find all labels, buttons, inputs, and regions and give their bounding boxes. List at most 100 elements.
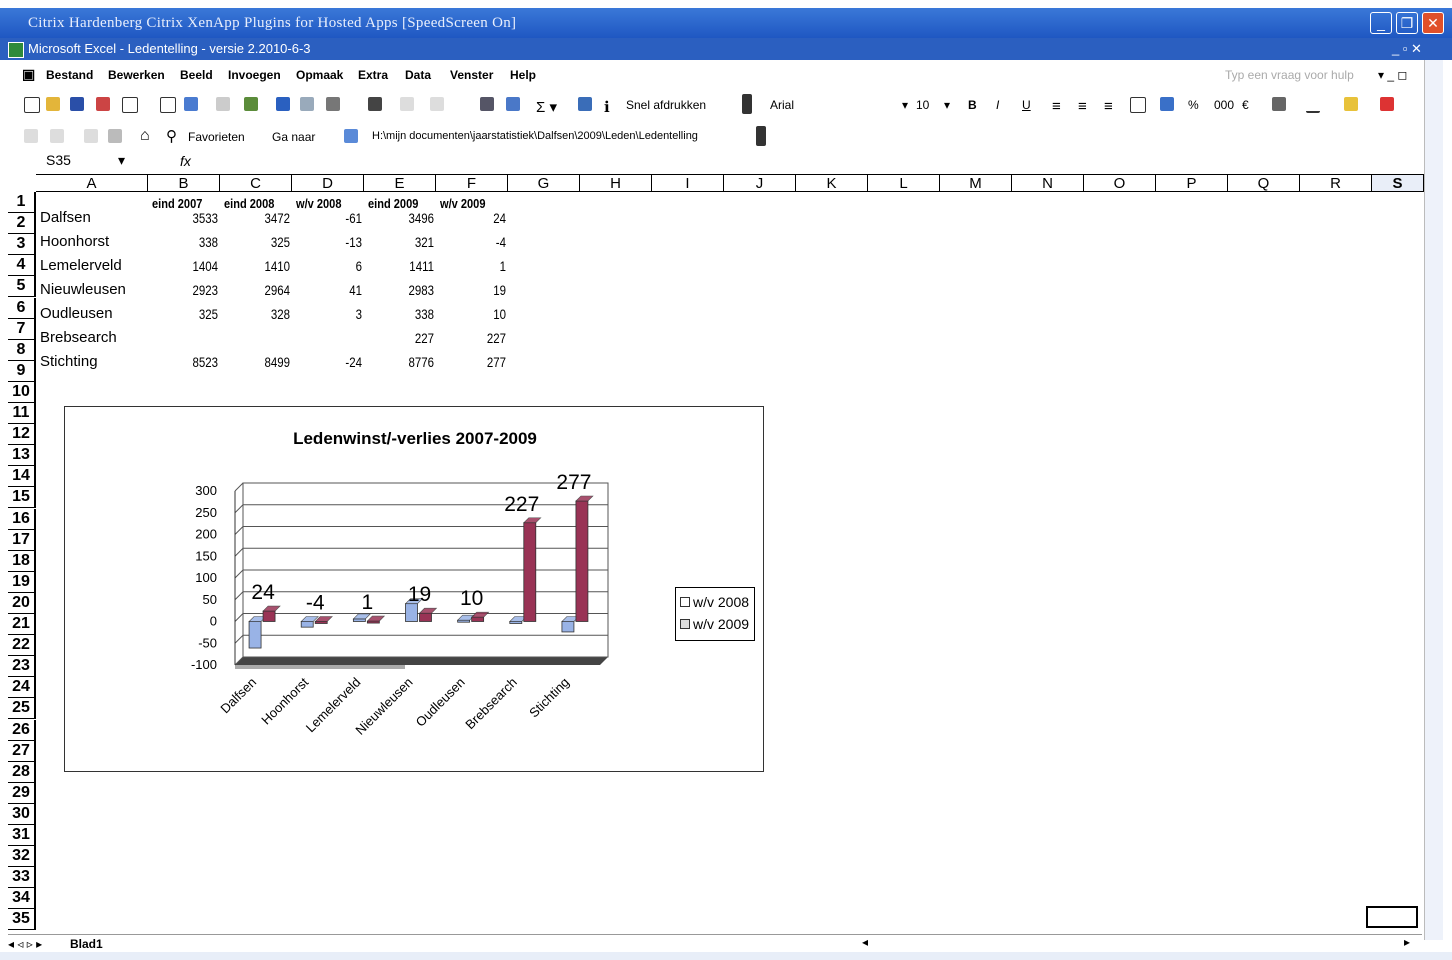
column-header-j[interactable]: J: [724, 174, 796, 192]
chart-icon[interactable]: [506, 97, 520, 111]
redo-icon[interactable]: [430, 97, 444, 111]
menu-data[interactable]: Data: [405, 68, 431, 82]
menu-opmaak[interactable]: Opmaak: [296, 68, 343, 82]
row-header-14[interactable]: 14: [8, 466, 36, 488]
align-center-icon[interactable]: ≡: [1078, 98, 1087, 115]
value-cell[interactable]: 8776: [385, 352, 434, 372]
font-color-icon[interactable]: [1380, 97, 1394, 111]
value-cell[interactable]: 321: [385, 232, 434, 252]
indent-icon[interactable]: [1272, 97, 1286, 111]
column-header-a[interactable]: A: [36, 174, 148, 192]
value-cell[interactable]: 325: [169, 304, 218, 324]
place-name-cell[interactable]: Brebsearch: [40, 328, 117, 348]
value-cell[interactable]: 338: [385, 304, 434, 324]
column-header-i[interactable]: I: [652, 174, 724, 192]
column-header-f[interactable]: F: [436, 174, 508, 192]
value-cell[interactable]: -61: [313, 208, 362, 228]
row-header-25[interactable]: 25: [8, 698, 36, 720]
menu-venster[interactable]: Venster: [450, 68, 493, 82]
value-cell[interactable]: 2983: [385, 280, 434, 300]
row-header-5[interactable]: 5: [8, 276, 36, 298]
place-name-cell[interactable]: Lemelerveld: [40, 256, 122, 276]
value-cell[interactable]: 8499: [241, 352, 290, 372]
column-header-b[interactable]: B: [148, 174, 220, 192]
value-cell[interactable]: 227: [385, 328, 434, 348]
column-header-d[interactable]: D: [292, 174, 364, 192]
row-header-22[interactable]: 22: [8, 635, 36, 657]
row-header-18[interactable]: 18: [8, 550, 36, 572]
row-header-33[interactable]: 33: [8, 867, 36, 889]
column-header-p[interactable]: P: [1156, 174, 1228, 192]
value-cell[interactable]: 19: [457, 280, 506, 300]
forward-icon[interactable]: [50, 129, 64, 143]
permission-icon[interactable]: [96, 97, 110, 111]
horizontal-scroll-right-icon[interactable]: ▸: [1404, 935, 1410, 949]
row-header-21[interactable]: 21: [8, 614, 36, 635]
row-header-7[interactable]: 7: [8, 318, 36, 340]
home-icon[interactable]: ⌂: [140, 127, 150, 145]
refresh-icon[interactable]: [108, 129, 122, 143]
value-cell[interactable]: 2964: [241, 280, 290, 300]
column-header-h[interactable]: H: [580, 174, 652, 192]
font-size-chevron-icon[interactable]: ▾: [944, 98, 950, 112]
font-name-select[interactable]: Arial: [770, 98, 794, 112]
value-cell[interactable]: 1404: [169, 256, 218, 276]
value-cell[interactable]: 10: [457, 304, 506, 324]
place-name-cell[interactable]: Oudleusen: [40, 304, 113, 324]
value-cell[interactable]: 2923: [169, 280, 218, 300]
column-header-r[interactable]: R: [1300, 174, 1372, 192]
euro-button[interactable]: €: [1242, 98, 1249, 112]
paste-icon[interactable]: [326, 97, 340, 111]
column-header-m[interactable]: M: [940, 174, 1012, 192]
stop-icon[interactable]: [84, 129, 98, 143]
selected-cell-s35[interactable]: [1366, 906, 1418, 928]
align-right-icon[interactable]: ≡: [1104, 98, 1113, 115]
row-header-23[interactable]: 23: [8, 656, 36, 678]
row-header-1[interactable]: 1: [8, 192, 36, 213]
row-header-28[interactable]: 28: [8, 761, 36, 783]
undo-icon[interactable]: [400, 97, 414, 111]
value-cell[interactable]: 227: [457, 328, 506, 348]
row-header-2[interactable]: 2: [8, 213, 36, 235]
cut-icon[interactable]: [276, 97, 290, 111]
format-painter-icon[interactable]: [368, 97, 382, 111]
row-header-34[interactable]: 34: [8, 888, 36, 910]
new-icon[interactable]: [24, 97, 40, 113]
value-cell[interactable]: -13: [313, 232, 362, 252]
value-cell[interactable]: 338: [169, 232, 218, 252]
align-left-icon[interactable]: ≡: [1052, 98, 1061, 115]
menu-bestand[interactable]: Bestand: [46, 68, 93, 82]
open-icon[interactable]: [46, 97, 60, 111]
print-preview-icon[interactable]: [184, 97, 198, 111]
row-header-30[interactable]: 30: [8, 803, 36, 825]
place-name-cell[interactable]: Dalfsen: [40, 208, 91, 228]
menu-beeld[interactable]: Beeld: [180, 68, 213, 82]
row-header-10[interactable]: 10: [8, 381, 36, 403]
place-name-cell[interactable]: Stichting: [40, 352, 98, 372]
ask-question-box[interactable]: Typ een vraag voor hulp: [1225, 68, 1354, 82]
value-cell[interactable]: 1: [457, 256, 506, 276]
row-header-32[interactable]: 32: [8, 846, 36, 868]
email-icon[interactable]: [122, 97, 138, 113]
menu-window-controls[interactable]: ▾ _ ◻: [1378, 68, 1407, 82]
address-field[interactable]: H:\mijn documenten\jaarstatistiek\Dalfse…: [372, 130, 698, 142]
insert-function-icon[interactable]: fx: [180, 153, 191, 169]
search-web-icon[interactable]: ⚲: [166, 127, 177, 145]
currency-icon[interactable]: [1160, 97, 1174, 111]
column-header-k[interactable]: K: [796, 174, 868, 192]
hyperlink-icon[interactable]: [480, 97, 494, 111]
font-size-dropdown-icon[interactable]: ▾: [902, 98, 908, 112]
save-icon[interactable]: [70, 97, 84, 111]
value-cell[interactable]: 1410: [241, 256, 290, 276]
italic-button[interactable]: I: [996, 98, 999, 112]
value-cell[interactable]: 3: [313, 304, 362, 324]
web-toolbar-options-icon[interactable]: [756, 126, 766, 146]
place-name-cell[interactable]: Hoonhorst: [40, 232, 109, 252]
row-header-20[interactable]: 20: [8, 592, 36, 614]
research-icon[interactable]: [244, 97, 258, 111]
thousands-button[interactable]: 000: [1214, 98, 1234, 112]
borders-icon[interactable]: [1306, 97, 1320, 113]
name-box-dropdown-icon[interactable]: ▾: [118, 152, 125, 169]
row-header-6[interactable]: 6: [8, 297, 36, 319]
row-header-13[interactable]: 13: [8, 445, 36, 467]
